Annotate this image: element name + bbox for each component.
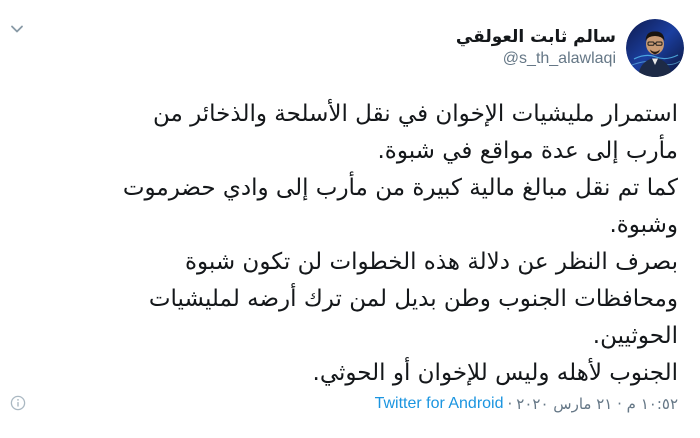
tweet-source-link[interactable]: Twitter for Android <box>375 395 504 413</box>
tweet-text: استمرار مليشيات الإخوان في نقل الأسلحة و… <box>18 96 678 392</box>
chevron-down-icon[interactable] <box>10 22 24 36</box>
tweet-card: سالم ثابت العولقي @s_th_alawlaqi استمرار… <box>0 0 700 438</box>
author-names: سالم ثابت العولقي @s_th_alawlaqi <box>456 26 616 70</box>
tweet-line: كما تم نقل مبالغ مالية كبيرة من مأرب إلى… <box>122 175 678 201</box>
tweet-line: استمرار مليشيات الإخوان في نقل الأسلحة و… <box>152 101 678 127</box>
tweet-header: سالم ثابت العولقي @s_th_alawlaqi <box>456 16 684 80</box>
author-display-name[interactable]: سالم ثابت العولقي <box>456 26 616 48</box>
tweet-timestamp[interactable]: ١٠:٥٢ م · ٢١ مارس ٢٠٢٠ <box>516 395 678 413</box>
author-handle[interactable]: @s_th_alawlaqi <box>503 48 616 70</box>
tweet-line: الجنوب لأهله وليس للإخوان أو الحوثي. <box>312 360 678 386</box>
tweet-line: الحوثيين. <box>592 323 678 349</box>
tweet-line: مأرب إلى عدة مواقع في شبوة. <box>377 138 678 164</box>
tweet-line: وشبوة. <box>609 212 678 238</box>
tweet-line: بصرف النظر عن دلالة هذه الخطوات لن تكون … <box>184 249 678 275</box>
tweet-line: ومحافظات الجنوب وطن بديل لمن ترك أرضه لم… <box>148 286 678 312</box>
avatar[interactable] <box>626 19 684 77</box>
footer-separator: · <box>507 395 513 413</box>
info-icon[interactable] <box>10 395 26 411</box>
tweet-footer: ١٠:٥٢ م · ٢١ مارس ٢٠٢٠ · Twitter for And… <box>375 390 678 418</box>
